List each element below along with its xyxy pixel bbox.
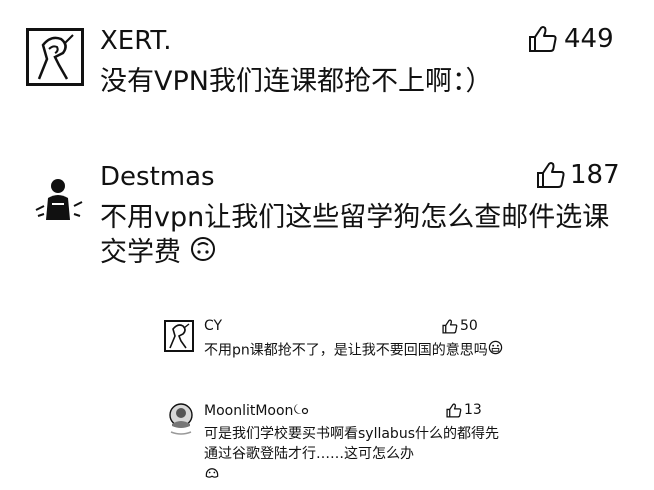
thumbs-up-icon — [442, 318, 458, 334]
comment-text: 没有VPN我们连课都抢不上啊：） — [100, 66, 493, 97]
thumbs-up-icon — [529, 26, 557, 52]
like-button[interactable]: 187 — [536, 160, 620, 190]
reply-text: 可是我们学校要买书啊看syllabus什么的都得先通过谷歌登陆才行……这可怎么办 — [204, 424, 504, 486]
thumbs-up-icon — [537, 162, 565, 188]
avatar[interactable] — [26, 28, 84, 86]
avatar[interactable] — [164, 320, 194, 352]
comment-text-body: 不用vpn让我们这些留学狗怎么查邮件选课交学费 — [100, 202, 610, 269]
avatar[interactable] — [166, 402, 196, 436]
photo-avatar-icon — [169, 403, 193, 435]
username[interactable]: MoonlitMoon — [204, 402, 309, 420]
moon-flower-emoji — [293, 402, 309, 420]
sketch-figure-avatar-icon — [35, 179, 83, 220]
username[interactable]: Destmas — [100, 162, 215, 192]
melting-face-emoji — [204, 465, 220, 486]
avatar[interactable] — [30, 176, 86, 224]
reply-text-body: 可是我们学校要买书啊看syllabus什么的都得先通过谷歌登陆才行……这可怎么办 — [204, 426, 499, 463]
like-count: 13 — [464, 402, 482, 418]
line-art-figure-avatar-icon — [37, 34, 74, 80]
like-count: 187 — [570, 160, 620, 190]
like-button[interactable]: 50 — [442, 318, 478, 334]
upside-down-face-emoji — [190, 236, 216, 271]
like-button[interactable]: 449 — [528, 24, 614, 54]
thumbs-up-icon — [446, 402, 462, 418]
reply-text: 不用pn课都抢不了，是让我不要回国的意思吗 — [204, 340, 504, 361]
username[interactable]: CY — [204, 318, 222, 334]
like-count: 449 — [564, 24, 614, 54]
line-art-figure-avatar-icon — [169, 323, 190, 349]
reply-text-body: 不用pn课都抢不了，是让我不要回国的意思吗 — [204, 342, 488, 359]
comment-text: 不用vpn让我们这些留学狗怎么查邮件选课交学费 — [100, 200, 630, 271]
like-button[interactable]: 13 — [446, 402, 482, 418]
like-count: 50 — [460, 318, 478, 334]
username[interactable]: XERT. — [100, 26, 171, 56]
grimace-face-emoji — [488, 340, 503, 361]
username-text: MoonlitMoon — [204, 403, 294, 419]
